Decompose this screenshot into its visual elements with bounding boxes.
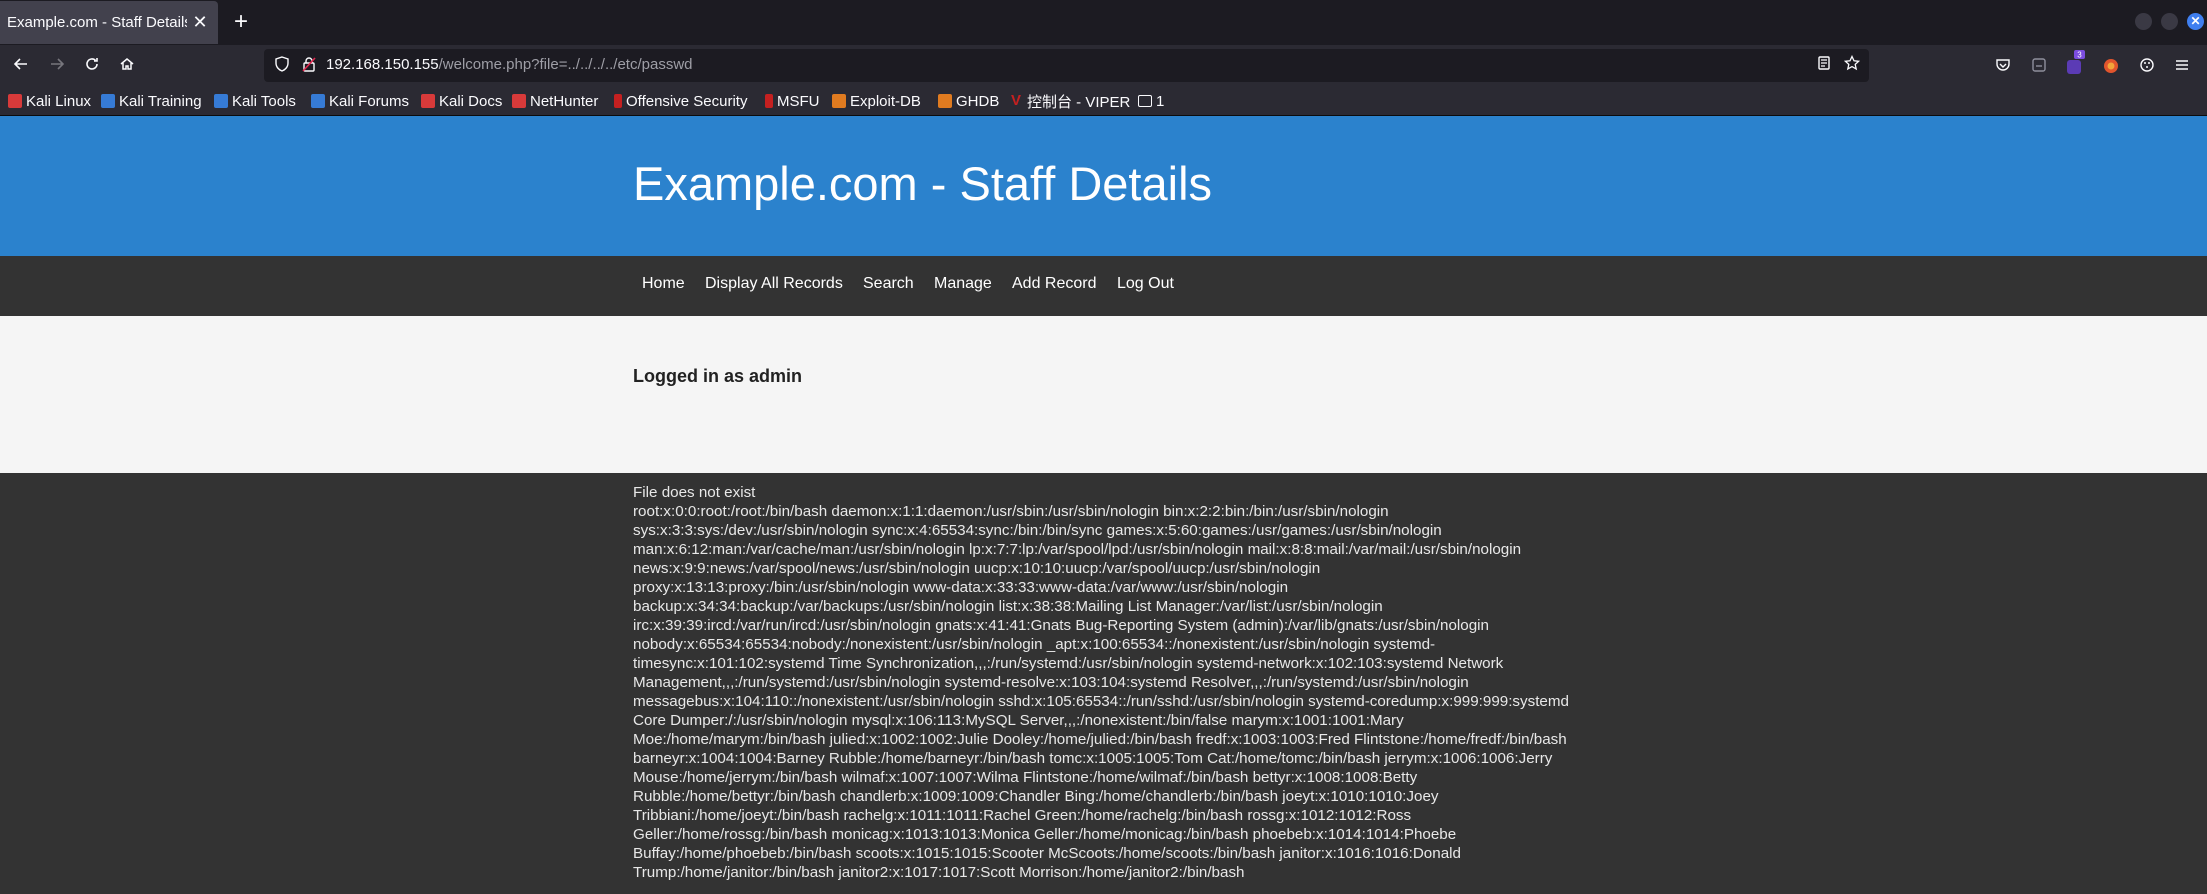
folder-icon — [1138, 95, 1152, 107]
bookmark-label: 控制台 - VIPER — [1027, 93, 1131, 111]
pocket-icon[interactable] — [1993, 57, 2013, 77]
bookmark-label: GHDB — [956, 92, 1000, 110]
active-tab[interactable]: Example.com - Staff Details ✕ — [0, 1, 218, 44]
menu-log-out-link[interactable]: Log Out — [1117, 275, 1174, 293]
bookmark-label: 1 — [1156, 92, 1165, 110]
menu-hamburger-icon[interactable] — [2172, 57, 2192, 77]
maximize-window-button[interactable] — [2161, 13, 2178, 30]
home-icon — [120, 58, 134, 70]
menu-manage-link[interactable]: Manage — [934, 275, 992, 293]
tracking-shield-icon[interactable] — [273, 56, 291, 74]
menu-search-link[interactable]: Search — [863, 275, 914, 293]
bookmark-label: NetHunter — [530, 92, 599, 110]
firefox-account-icon[interactable] — [2101, 57, 2121, 77]
url-path: /welcome.php?file=../../../../etc/passwd — [438, 56, 693, 73]
bookmark-label: Kali Docs — [439, 92, 503, 110]
new-tab-button[interactable]: + — [228, 9, 254, 35]
reload-button[interactable] — [78, 52, 106, 80]
site-header: Example.com - Staff Details — [0, 116, 2207, 256]
bookmark-label: Kali Tools — [232, 92, 296, 110]
kali-tools-icon — [214, 94, 228, 108]
url-text[interactable]: 192.168.150.155/welcome.php?file=../../.… — [326, 56, 693, 73]
kali-dragon-icon — [8, 94, 22, 108]
login-status-section: Logged in as admin — [0, 316, 2207, 473]
kali-training-icon — [101, 94, 115, 108]
file-does-not-exist-message: File does not exist — [633, 484, 756, 501]
menu-home-link[interactable]: Home — [642, 275, 685, 293]
bookmark-kali-tools[interactable]: Kali Tools — [214, 91, 296, 111]
site-menu: Home Display All Records Search Manage A… — [0, 256, 2207, 316]
passwd-file-contents: root:x:0:0:root:/root:/bin/bash daemon:x… — [633, 503, 1569, 881]
tab-bar: Example.com - Staff Details ✕ + ✕ — [0, 0, 2207, 45]
bookmark-msfu[interactable]: MSFU — [765, 91, 820, 111]
home-button[interactable] — [113, 52, 141, 80]
insecure-lock-icon[interactable] — [300, 56, 318, 74]
close-window-button[interactable]: ✕ — [2187, 13, 2204, 30]
navigation-toolbar: 192.168.150.155/welcome.php?file=../../.… — [0, 45, 2207, 88]
bookmark-label: Kali Training — [119, 92, 202, 110]
file-content-section: File does not exist root:x:0:0:root:/roo… — [0, 473, 2207, 894]
bookmark-folder-1[interactable]: 1 — [1138, 91, 1164, 111]
back-button[interactable] — [7, 52, 35, 80]
bookmark-ghdb[interactable]: GHDB — [938, 91, 999, 111]
bookmark-nethunter[interactable]: NetHunter — [512, 91, 598, 111]
extension-badge-icon[interactable]: 3 — [2065, 50, 2085, 74]
url-bar[interactable]: 192.168.150.155/welcome.php?file=../../.… — [264, 49, 1869, 82]
downloads-icon[interactable] — [2029, 57, 2049, 77]
kali-docs-icon — [421, 94, 435, 108]
bookmark-offensive-security[interactable]: Offensive Security — [614, 91, 747, 111]
extensions-icon[interactable] — [2137, 57, 2157, 77]
exploit-db-icon — [832, 94, 846, 108]
bookmark-viper[interactable]: V 控制台 - VIPER — [1011, 91, 1130, 111]
reload-icon — [86, 58, 98, 70]
bookmark-label: Offensive Security — [626, 92, 748, 110]
bookmark-label: MSFU — [777, 92, 820, 110]
menu-display-all-records-link[interactable]: Display All Records — [705, 275, 843, 293]
kali-forums-icon — [311, 94, 325, 108]
bookmark-kali-forums[interactable]: Kali Forums — [311, 91, 409, 111]
bookmark-kali-linux[interactable]: Kali Linux — [8, 91, 91, 111]
bookmark-label: Kali Forums — [329, 92, 410, 110]
back-arrow-icon — [13, 58, 27, 70]
tab-title: Example.com - Staff Details — [7, 14, 187, 31]
bookmark-kali-docs[interactable]: Kali Docs — [421, 91, 502, 111]
tab-close-icon[interactable]: ✕ — [188, 10, 212, 34]
bookmark-exploit-db[interactable]: Exploit-DB — [832, 91, 921, 111]
bookmark-kali-training[interactable]: Kali Training — [101, 91, 202, 111]
msfu-icon — [765, 94, 773, 108]
bookmark-label: Exploit-DB — [850, 92, 921, 110]
reader-view-icon[interactable] — [1814, 55, 1834, 75]
url-host: 192.168.150.155 — [326, 56, 439, 73]
forward-button[interactable] — [43, 52, 71, 80]
bookmark-label: Kali Linux — [26, 92, 92, 110]
ghdb-icon — [938, 94, 952, 108]
menu-add-record-link[interactable]: Add Record — [1012, 275, 1097, 293]
bookmarks-toolbar: Kali Linux Kali Training Kali Tools Kali… — [0, 88, 2207, 116]
nethunter-icon — [512, 94, 526, 108]
bookmark-star-icon[interactable] — [1842, 54, 1862, 75]
minimize-window-button[interactable] — [2135, 13, 2152, 30]
page-title: Example.com - Staff Details — [633, 157, 1213, 210]
svg-text:3: 3 — [2077, 51, 2082, 60]
forward-arrow-icon — [51, 58, 65, 70]
viper-icon: V — [1011, 92, 1022, 109]
logged-in-message: Logged in as admin — [633, 366, 803, 386]
offsec-icon — [614, 94, 622, 108]
